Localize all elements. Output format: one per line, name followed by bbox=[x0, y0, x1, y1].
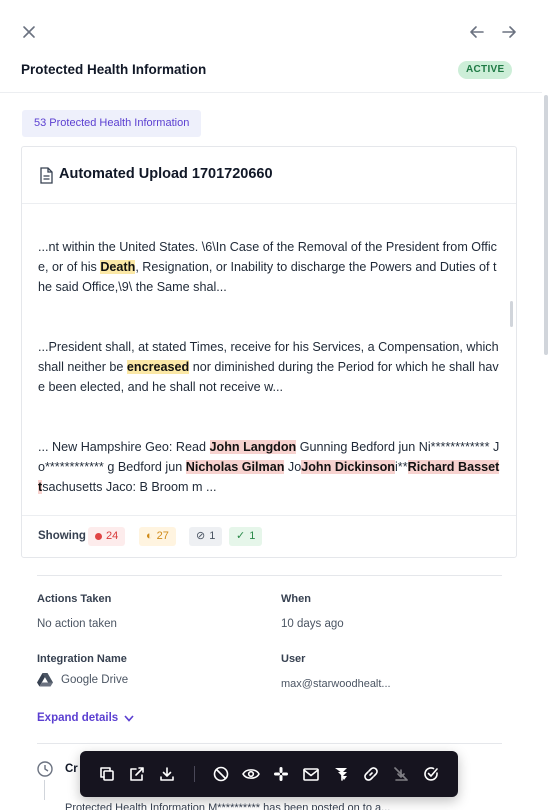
document-card: Automated Upload 1701720660 ...nt within… bbox=[21, 146, 517, 558]
google-drive-icon bbox=[37, 672, 53, 687]
close-icon[interactable] bbox=[19, 22, 39, 42]
timeline-entry-title: Cr bbox=[65, 763, 78, 775]
scrollbar-thumb[interactable] bbox=[544, 95, 548, 355]
status-badge: ACTIVE bbox=[458, 61, 513, 79]
ignored-count-badge[interactable]: ⊘ 1 bbox=[189, 527, 223, 546]
actions-taken-label: Actions Taken bbox=[37, 593, 112, 605]
highlighted-match[interactable]: Death bbox=[100, 260, 136, 274]
integration-label: Integration Name bbox=[37, 653, 127, 665]
document-icon bbox=[39, 167, 53, 184]
highlighted-match[interactable]: John Dickinson bbox=[301, 460, 395, 474]
actions-taken-value: No action taken bbox=[37, 618, 117, 630]
slack-icon[interactable] bbox=[271, 764, 291, 784]
snippet-scrollbar[interactable] bbox=[510, 301, 513, 327]
unlink-icon[interactable] bbox=[391, 764, 411, 784]
showing-row: Showing 24 ◐ 27 ⊘ 1 ✓ 1 bbox=[22, 515, 516, 558]
divider bbox=[37, 575, 502, 576]
block-icon: ⊘ bbox=[196, 530, 206, 542]
showing-label: Showing bbox=[38, 530, 86, 542]
document-card-header: Automated Upload 1701720660 bbox=[22, 147, 516, 204]
floating-action-bar bbox=[80, 751, 458, 797]
check-circle-icon[interactable] bbox=[421, 764, 441, 784]
top-bar bbox=[0, 0, 550, 64]
warning-count-badge[interactable]: ◐ 27 bbox=[139, 527, 176, 546]
download-icon[interactable] bbox=[157, 764, 177, 784]
resolved-count-badge[interactable]: ✓ 1 bbox=[229, 527, 263, 546]
half-circle-icon: ◐ bbox=[146, 530, 153, 542]
eye-icon[interactable] bbox=[241, 764, 261, 784]
header-divider bbox=[0, 92, 542, 93]
arrow-right-icon[interactable] bbox=[499, 22, 519, 42]
expand-details-link[interactable]: Expand details bbox=[37, 712, 134, 724]
snippet-text: i** bbox=[395, 460, 408, 474]
when-value: 10 days ago bbox=[281, 618, 344, 630]
timeline-entry-text: Protected Health Information M**********… bbox=[65, 802, 391, 810]
snippet-text: sachusetts Jaco: B Broom m ... bbox=[42, 480, 217, 494]
link-icon[interactable] bbox=[361, 764, 381, 784]
snippet-list: ...nt within the United States. \6\In Ca… bbox=[22, 205, 516, 515]
snippet-text: Jo bbox=[284, 460, 302, 474]
block-icon[interactable] bbox=[211, 764, 231, 784]
highlighted-match[interactable]: Nicholas Gilman bbox=[185, 460, 285, 474]
critical-count-badge[interactable]: 24 bbox=[88, 527, 126, 546]
snippet-item: ...President shall, at stated Times, rec… bbox=[38, 337, 500, 397]
divider bbox=[37, 743, 502, 744]
detection-count-chip: 53 Protected Health Information bbox=[22, 110, 202, 137]
integration-value: Google Drive bbox=[61, 674, 129, 686]
highlighted-match[interactable]: encreased bbox=[126, 360, 190, 374]
chevron-down-icon bbox=[124, 714, 134, 722]
when-label: When bbox=[281, 593, 311, 605]
timeline-connector bbox=[44, 780, 45, 800]
highlighted-match[interactable]: John Langdon bbox=[209, 440, 297, 454]
user-value: max@starwoodhealt... bbox=[281, 678, 391, 690]
jira-icon[interactable] bbox=[331, 764, 351, 784]
snippet-text: ... New Hampshire Geo: Read bbox=[38, 440, 210, 454]
page-title: Protected Health Information bbox=[21, 62, 207, 77]
snippet-item: ... New Hampshire Geo: Read John Langdon… bbox=[38, 437, 500, 497]
clock-icon bbox=[37, 761, 53, 777]
user-label: User bbox=[281, 653, 306, 665]
mail-icon[interactable] bbox=[301, 764, 321, 784]
arrow-left-icon[interactable] bbox=[467, 22, 487, 42]
red-dot-icon bbox=[95, 533, 102, 540]
check-icon: ✓ bbox=[236, 530, 246, 542]
snippet-item: ...nt within the United States. \6\In Ca… bbox=[38, 237, 500, 297]
copy-icon[interactable] bbox=[97, 764, 117, 784]
document-title[interactable]: Automated Upload 1701720660 bbox=[59, 166, 273, 182]
action-bar-divider bbox=[194, 766, 195, 782]
external-link-icon[interactable] bbox=[127, 764, 147, 784]
